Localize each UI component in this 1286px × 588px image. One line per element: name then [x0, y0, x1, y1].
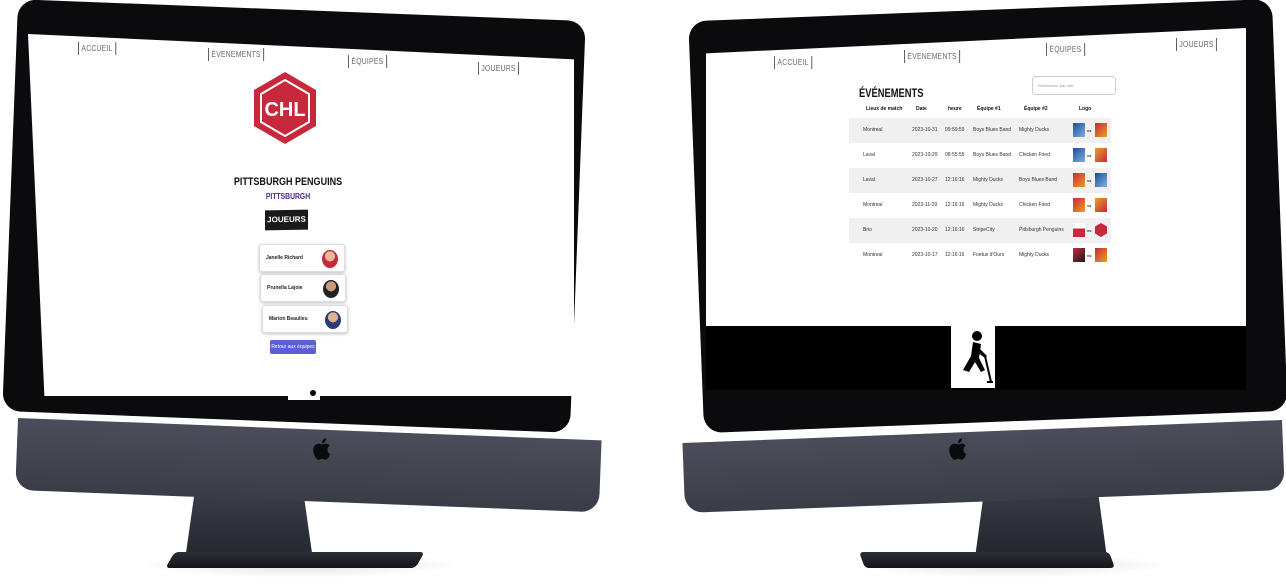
player-avatar	[325, 311, 341, 329]
cell-team2: Chicken Fried	[1019, 202, 1050, 208]
left-screen: ACCUEIL ÉVENEMENTS ÉQUIPES JOUEURS CHL P…	[28, 34, 574, 396]
column-header: Date	[916, 106, 927, 112]
team-logo-icon	[1095, 123, 1107, 137]
cell-team1: Foetus d'Ours	[973, 252, 1005, 258]
vs-label: vs	[1087, 178, 1092, 183]
table-row[interactable]: Montreal 2023-10-17 12:16:16 Foetus d'Ou…	[849, 243, 1111, 268]
nav-equipes[interactable]: ÉQUIPES	[1046, 43, 1085, 56]
cell-team2: Chicken Fried	[1019, 152, 1050, 158]
team-logo-icon	[1073, 123, 1085, 137]
cell-date: 2023-10-17	[912, 252, 938, 258]
cell-team1: Boys Blues Band	[973, 127, 1012, 133]
cell-heure: 09:59:59	[945, 127, 965, 133]
team-logo-icon	[1073, 198, 1085, 212]
cell-team1: StripeCity	[973, 227, 995, 233]
team-logo-icon	[1073, 248, 1085, 262]
team-logo-icon	[1095, 173, 1107, 187]
nav-accueil[interactable]: ACCUEIL	[78, 42, 117, 55]
column-header: Équipe #2	[1024, 106, 1048, 112]
cell-lieu: Montreal	[863, 127, 883, 133]
team-logo-text: CHL	[264, 99, 305, 121]
hockey-player-icon	[951, 326, 995, 388]
vs-label: vs	[1087, 128, 1092, 133]
cell-team2: Mighty Ducks	[1019, 127, 1050, 133]
team-logo: CHL	[246, 66, 324, 154]
player-name: Marion Beaulieu	[269, 316, 308, 322]
cell-heure: 12:16:16	[945, 252, 965, 258]
player-name: Prunella Lajoie	[267, 285, 303, 291]
nav-equipes[interactable]: ÉQUIPES	[348, 55, 387, 68]
bottom-dot	[310, 390, 316, 396]
table-row[interactable]: Montreal 2023-10-31 09:59:59 Boys Blues …	[849, 118, 1111, 143]
nav-evenements[interactable]: ÉVENEMENTS	[904, 50, 961, 63]
player-card[interactable]: Prunella Lajoie	[260, 274, 346, 302]
cell-team2: Pittsburgh Penguins	[1019, 227, 1064, 233]
cell-team1: Mighty Ducks	[973, 177, 1004, 183]
chl-logo-icon	[1095, 223, 1107, 237]
cell-lieu: Laval	[863, 152, 875, 158]
team-logo-icon	[1095, 198, 1107, 212]
vs-label: vs	[1087, 153, 1092, 158]
cell-lieu: Montreal	[863, 202, 883, 208]
players-heading: JOUEURS	[265, 209, 308, 231]
team-logo-icon	[1095, 148, 1107, 162]
column-header: Logo	[1079, 106, 1092, 112]
right-stand-foot	[859, 552, 1115, 568]
left-apple-logo-icon	[313, 438, 331, 460]
cell-date: 2023-10-29	[912, 152, 938, 158]
cell-lieu: Laval	[863, 177, 875, 183]
cell-heure: 12:16:16	[945, 202, 965, 208]
table-row[interactable]: Laval 2023-10-27 12:16:16 Mighty Ducks B…	[849, 168, 1111, 193]
vs-label: vs	[1087, 203, 1092, 208]
team-logo-icon	[1073, 173, 1085, 187]
cell-heure: 12:16:16	[945, 227, 965, 233]
column-header: heure	[948, 106, 962, 112]
player-avatar	[323, 280, 339, 298]
player-avatar	[322, 250, 338, 268]
left-chin	[15, 418, 602, 513]
vs-label: vs	[1087, 228, 1092, 233]
player-card[interactable]: Janelle Richard	[259, 244, 345, 272]
cell-date: 2023-10-27	[912, 177, 938, 183]
team-city: PITTSBURGH	[265, 192, 311, 201]
nav-accueil[interactable]: ACCUEIL	[774, 56, 813, 69]
column-header: Équipe #1	[977, 106, 1001, 112]
events-title: ÉVÉNEMENTS	[859, 86, 924, 100]
table-row[interactable]: Montreal 2023-11-29 12:16:16 Mighty Duck…	[849, 193, 1111, 218]
back-to-teams-button[interactable]: Retour aux équipes	[270, 340, 316, 354]
team-logo-icon	[1095, 248, 1107, 262]
right-screen: ACCUEIL ÉVENEMENTS ÉQUIPES JOUEURS ÉVÉNE…	[706, 28, 1246, 390]
team-logo-icon	[1073, 223, 1085, 237]
cell-date: 2023-11-29	[912, 202, 938, 208]
table-row[interactable]: Laval 2023-10-29 08:55:55 Boys Blues Ban…	[849, 143, 1111, 168]
cell-heure: 12:16:16	[945, 177, 965, 183]
nav-evenements[interactable]: ÉVENEMENTS	[208, 48, 265, 61]
player-name: Janelle Richard	[266, 255, 303, 261]
cell-lieu: Brio	[863, 227, 872, 233]
table-row[interactable]: Brio 2023-10-20 12:16:16 StripeCity Pitt…	[849, 218, 1111, 243]
cell-team1: Mighty Ducks	[973, 202, 1004, 208]
search-input[interactable]: Rechercher par ville	[1032, 76, 1116, 95]
cell-date: 2023-10-31	[912, 127, 938, 133]
nav-joueurs[interactable]: JOUEURS	[478, 62, 520, 75]
player-card[interactable]: Marion Beaulieu	[262, 305, 348, 333]
cell-lieu: Montreal	[863, 252, 883, 258]
cell-team2: Boys Blues Band	[1019, 177, 1058, 183]
cell-date: 2023-10-20	[912, 227, 938, 233]
nav-joueurs[interactable]: JOUEURS	[1176, 38, 1218, 51]
cell-team1: Boys Blues Band	[973, 152, 1012, 158]
cell-heure: 08:55:55	[945, 152, 965, 158]
column-header: Lieux de match	[866, 106, 903, 112]
team-name: PITTSBURGH PENGUINS	[233, 176, 343, 188]
right-chin	[682, 420, 1285, 513]
right-apple-logo-icon	[949, 438, 967, 460]
cell-team2: Mighty Ducks	[1019, 252, 1050, 258]
team-logo-icon	[1073, 148, 1085, 162]
left-stand-foot	[165, 552, 425, 568]
vs-label: vs	[1087, 253, 1092, 258]
